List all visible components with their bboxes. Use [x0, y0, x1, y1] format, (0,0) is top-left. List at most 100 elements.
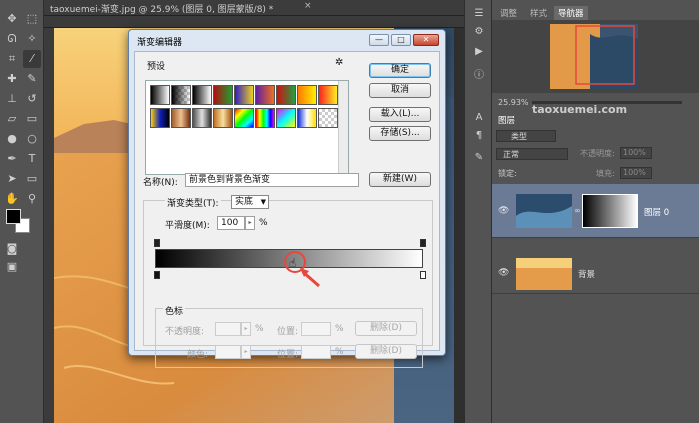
preset-swatch[interactable]: [213, 108, 233, 128]
brushes-icon[interactable]: ✎: [471, 152, 487, 166]
fill-field[interactable]: 100%: [620, 167, 652, 179]
preset-swatch[interactable]: [234, 108, 254, 128]
delete-color-stop-button[interactable]: 删除(D): [355, 344, 417, 359]
tab-navigator[interactable]: 导航器: [554, 6, 588, 20]
quick-mask-icon[interactable]: ◙: [3, 240, 21, 258]
properties-icon[interactable]: ⚙: [471, 26, 487, 40]
move-tool-icon[interactable]: ✥: [3, 10, 21, 28]
opacity-stop-right[interactable]: [420, 239, 426, 247]
smoothness-label: 平滑度(M):: [165, 221, 210, 231]
new-button[interactable]: 新建(W): [369, 172, 431, 187]
layer-row-layer0[interactable]: 👁 ∞ 图层 0: [492, 184, 699, 238]
preset-swatch[interactable]: [150, 108, 170, 128]
magic-wand-icon[interactable]: ✧: [23, 30, 41, 48]
history-icon[interactable]: ☰: [471, 8, 487, 22]
preset-swatch[interactable]: [255, 108, 275, 128]
maximize-button[interactable]: □: [391, 34, 411, 46]
tab-layers[interactable]: 图层: [498, 114, 515, 126]
gradient-type-label: 渐变类型(T):: [165, 196, 221, 209]
crop-tool-icon[interactable]: ⌗: [3, 50, 21, 68]
visibility-eye-icon[interactable]: 👁: [498, 268, 509, 278]
brush-tool-icon[interactable]: ✎: [23, 70, 41, 88]
layer-name[interactable]: 图层 0: [644, 206, 669, 218]
panel-icon-strip: ☰ ⚙ ▶ ⓘ A ¶ ✎: [464, 0, 492, 423]
character-icon[interactable]: A: [471, 112, 487, 126]
ok-button[interactable]: 确定: [369, 63, 431, 78]
stop-opacity-dropdown-icon[interactable]: ▸: [241, 322, 251, 336]
preset-swatch[interactable]: [213, 85, 233, 105]
opacity-stop-left[interactable]: [154, 239, 160, 247]
preset-swatch[interactable]: [318, 108, 338, 128]
canvas-scrollbar[interactable]: [454, 28, 464, 423]
horizontal-ruler: [44, 16, 464, 28]
healing-brush-icon[interactable]: ✚: [3, 70, 21, 88]
document-close-icon[interactable]: ×: [304, 1, 312, 11]
path-select-icon[interactable]: ➤: [3, 170, 21, 188]
shape-tool-icon[interactable]: ▭: [23, 170, 41, 188]
close-button[interactable]: ✕: [413, 34, 439, 46]
stop-location-field[interactable]: [301, 322, 331, 336]
paragraph-icon[interactable]: ¶: [471, 130, 487, 144]
visibility-eye-icon[interactable]: 👁: [498, 206, 509, 216]
type-tool-icon[interactable]: T: [23, 150, 41, 168]
preset-swatch[interactable]: [255, 85, 275, 105]
smoothness-dropdown-icon[interactable]: ▸: [245, 216, 255, 230]
eyedropper-tool-icon[interactable]: ⁄: [23, 50, 41, 68]
color-stop-right[interactable]: [420, 271, 426, 279]
blur-tool-icon[interactable]: ●: [3, 130, 21, 148]
dodge-tool-icon[interactable]: ○: [23, 130, 41, 148]
screen-mode-icon[interactable]: ▣: [3, 258, 21, 276]
preset-swatch[interactable]: [276, 85, 296, 105]
lasso-tool-icon[interactable]: ᘏ: [3, 30, 21, 48]
preset-swatch[interactable]: [192, 85, 212, 105]
clone-stamp-icon[interactable]: ⊥: [3, 90, 21, 108]
preset-swatch[interactable]: [276, 108, 296, 128]
preset-swatch[interactable]: [297, 108, 317, 128]
presets-settings-icon[interactable]: ✲: [335, 57, 343, 68]
stop-opacity-field[interactable]: [215, 322, 241, 336]
color-stop-left[interactable]: [154, 271, 160, 279]
gradient-tool-icon[interactable]: ▭: [23, 110, 41, 128]
gradient-name-field[interactable]: 前景色到背景色渐变: [185, 173, 359, 187]
blend-mode-select[interactable]: 正常: [496, 148, 568, 160]
zoom-tool-icon[interactable]: ⚲: [23, 190, 41, 208]
presets-list[interactable]: [145, 80, 349, 175]
tab-styles[interactable]: 样式: [526, 6, 551, 20]
preset-swatch[interactable]: [150, 85, 170, 105]
stop-opacity-unit: %: [255, 324, 264, 334]
layer-row-background[interactable]: 👁 背景: [492, 254, 699, 294]
pen-tool-icon[interactable]: ✒: [3, 150, 21, 168]
info-icon[interactable]: ⓘ: [471, 66, 487, 81]
opacity-field[interactable]: 100%: [620, 147, 652, 159]
document-tab[interactable]: taoxuemei-渐变.jpg @ 25.9% (图层 0, 图层蒙版/8) …: [44, 0, 464, 16]
preset-swatch[interactable]: [171, 108, 191, 128]
layer-kind-filter[interactable]: 类型: [496, 130, 556, 142]
save-button[interactable]: 存储(S)...: [369, 126, 431, 141]
preset-swatch[interactable]: [234, 85, 254, 105]
layer-mask-thumbnail[interactable]: [582, 194, 638, 228]
marquee-tool-icon[interactable]: ⬚: [23, 10, 41, 28]
smoothness-field[interactable]: 100: [217, 216, 245, 230]
stop-color-swatch[interactable]: [215, 345, 241, 359]
preset-swatch[interactable]: [171, 85, 191, 105]
stop-color-dropdown-icon[interactable]: ▸: [241, 345, 251, 359]
history-brush-icon[interactable]: ↺: [23, 90, 41, 108]
navigator-thumbnail[interactable]: [550, 24, 638, 89]
eraser-tool-icon[interactable]: ▱: [3, 110, 21, 128]
preset-swatch[interactable]: [192, 108, 212, 128]
zoom-value[interactable]: 25.93%: [498, 98, 529, 107]
cancel-button[interactable]: 取消: [369, 83, 431, 98]
actions-play-icon[interactable]: ▶: [471, 46, 487, 60]
stop-color-location-field[interactable]: [301, 345, 331, 359]
hand-tool-icon[interactable]: ✋: [3, 190, 21, 208]
tab-adjustments[interactable]: 调整: [496, 6, 521, 20]
preset-swatch[interactable]: [297, 85, 317, 105]
delete-opacity-stop-button[interactable]: 删除(D): [355, 321, 417, 336]
layer-name[interactable]: 背景: [578, 268, 595, 280]
presets-scrollbar[interactable]: [338, 81, 348, 174]
foreground-color-swatch-top[interactable]: [6, 209, 21, 224]
minimize-button[interactable]: —: [369, 34, 389, 46]
load-button[interactable]: 载入(L)...: [369, 107, 431, 122]
gradient-type-select[interactable]: 实底 ▼: [231, 195, 269, 209]
preset-swatch[interactable]: [318, 85, 338, 105]
